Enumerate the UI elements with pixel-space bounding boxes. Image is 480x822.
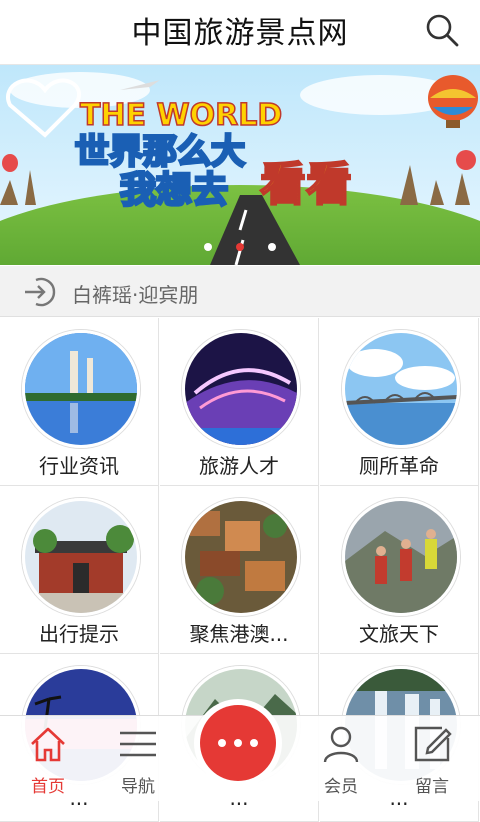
search-icon: [426, 14, 459, 47]
banner-text-line4: 看看: [260, 157, 352, 211]
tab-message-label: 留言: [415, 777, 449, 797]
menu-icon: [120, 731, 156, 757]
home-icon: [31, 727, 65, 762]
hikers-photo: [342, 498, 460, 616]
grid-item-industry-news[interactable]: 行业资讯: [0, 318, 159, 486]
pagoda-lake-photo: [22, 330, 140, 448]
banner-pagination: [0, 236, 480, 255]
temple-gate-photo: [22, 498, 140, 616]
grid-label: 聚焦港澳...: [189, 622, 289, 646]
grid-label: 文旅天下: [359, 622, 439, 646]
banner-text-world: THE WORLD: [80, 98, 282, 133]
stadium-night-photo: [182, 330, 300, 448]
edit-icon: [414, 726, 452, 762]
grid-item-toilet-revolution[interactable]: 厕所革命: [320, 318, 479, 486]
login-arrow-icon: [25, 277, 56, 307]
notice-text: 白裤瑶·迎宾朋: [72, 283, 199, 307]
more-icon-dot: [250, 739, 258, 747]
notice-bar[interactable]: 白裤瑶·迎宾朋: [0, 266, 480, 317]
more-icon-dot: [234, 739, 242, 747]
old-town-photo: [182, 498, 300, 616]
grid-label: 行业资讯: [39, 454, 119, 478]
banner-text-line2: 世界那么大: [75, 132, 245, 172]
tab-home[interactable]: 首页: [0, 716, 96, 801]
grid-label: 旅游人才: [199, 454, 279, 478]
grid-label: 厕所革命: [359, 454, 439, 478]
bridge-river-photo: [342, 330, 460, 448]
promo-banner[interactable]: THE WORLD 世界那么大 我想去 看看: [0, 65, 480, 265]
tab-nav-label: 导航: [121, 777, 155, 797]
app-header: 中国旅游景点网: [0, 0, 480, 65]
pagination-dot[interactable]: [268, 243, 276, 251]
tab-nav[interactable]: 导航: [90, 716, 186, 801]
tab-member[interactable]: 会员: [293, 716, 389, 801]
pagination-dot-active[interactable]: [236, 243, 244, 251]
page-title: 中国旅游景点网: [131, 16, 349, 51]
grid-item-travel-tips[interactable]: 出行提示: [0, 486, 159, 654]
more-button[interactable]: [200, 705, 276, 781]
tab-home-label: 首页: [31, 777, 65, 797]
user-icon: [323, 726, 359, 763]
pagination-dot[interactable]: [204, 243, 212, 251]
grid-item-hk-macao[interactable]: 聚焦港澳...: [160, 486, 319, 654]
search-button[interactable]: [422, 10, 462, 50]
more-icon-dot: [218, 739, 226, 747]
banner-text-line3: 我想去: [120, 170, 228, 211]
grid-item-tourism-talent[interactable]: 旅游人才: [160, 318, 319, 486]
tab-message[interactable]: 留言: [384, 716, 480, 801]
grid-item-culture-travel[interactable]: 文旅天下: [320, 486, 479, 654]
grid-label: 出行提示: [39, 622, 119, 646]
banner-image: THE WORLD 世界那么大 我想去 看看: [0, 65, 480, 265]
tab-member-label: 会员: [324, 777, 358, 797]
